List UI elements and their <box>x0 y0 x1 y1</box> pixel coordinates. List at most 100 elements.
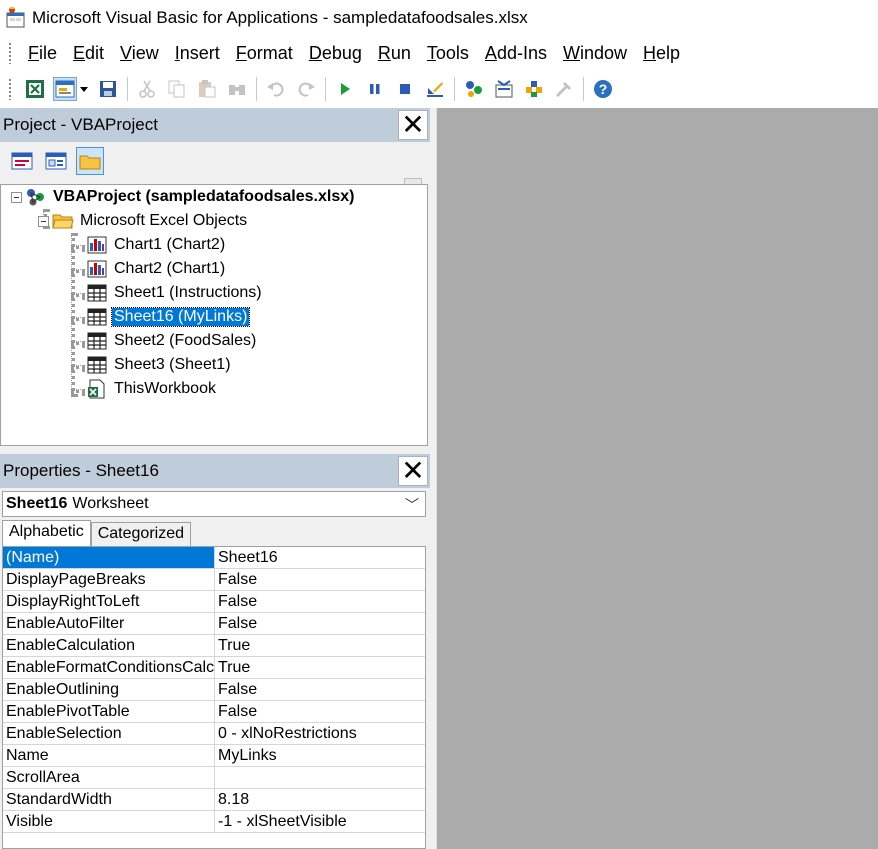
view-code-icon[interactable] <box>8 147 36 175</box>
break-icon[interactable] <box>363 77 387 101</box>
property-value[interactable]: -1 - xlSheetVisible <box>215 811 425 832</box>
toolbar-grip[interactable] <box>8 78 12 100</box>
menu-debug[interactable]: Debug <box>301 38 370 68</box>
menu-accelerator: H <box>643 43 656 63</box>
tree-node-thisworkbook[interactable]: ThisWorkbook <box>86 378 218 400</box>
property-value[interactable]: 0 - xlNoRestrictions <box>215 723 425 744</box>
property-name[interactable]: ScrollArea <box>3 767 215 788</box>
property-name[interactable]: DisplayRightToLeft <box>3 591 215 612</box>
property-value[interactable]: True <box>215 635 425 656</box>
tree-node-vbaproject[interactable]: VBAProject (sampledatafoodsales.xlsx) <box>11 186 356 208</box>
property-value[interactable] <box>215 767 425 788</box>
property-name[interactable]: StandardWidth <box>3 789 215 810</box>
property-name[interactable]: (Name) <box>3 547 215 568</box>
property-name[interactable]: EnableCalculation <box>3 635 215 656</box>
code-window-area[interactable] <box>436 108 878 849</box>
project-explorer-icon[interactable] <box>462 77 486 101</box>
property-value[interactable]: MyLinks <box>215 745 425 766</box>
properties-window-icon[interactable] <box>492 77 516 101</box>
property-value[interactable]: False <box>215 679 425 700</box>
undo-icon[interactable] <box>264 77 288 101</box>
reset-icon[interactable] <box>393 77 417 101</box>
view-object-icon[interactable] <box>42 147 70 175</box>
tree-node-sheet16[interactable]: Sheet16 (MyLinks) <box>86 306 251 328</box>
property-row[interactable]: DisplayRightToLeft False <box>3 591 425 613</box>
property-row[interactable]: EnableCalculation True <box>3 635 425 657</box>
menu-accelerator: F <box>28 43 39 63</box>
paste-icon[interactable] <box>195 77 219 101</box>
property-name[interactable]: EnableSelection <box>3 723 215 744</box>
property-value[interactable]: 8.18 <box>215 789 425 810</box>
property-row[interactable]: EnableOutlining False <box>3 679 425 701</box>
view-excel-icon[interactable] <box>23 77 47 101</box>
menu-label: nsert <box>179 43 220 63</box>
menu-edit[interactable]: Edit <box>65 38 112 68</box>
menu-file[interactable]: File <box>20 38 65 68</box>
menu-insert[interactable]: Insert <box>167 38 228 68</box>
property-name[interactable]: EnablePivotTable <box>3 701 215 722</box>
property-row[interactable]: EnableSelection 0 - xlNoRestrictions <box>3 723 425 745</box>
collapse-icon[interactable] <box>38 215 49 227</box>
menu-label: un <box>390 43 411 63</box>
tree-node-sheet1[interactable]: Sheet1 (Instructions) <box>86 282 264 304</box>
find-icon[interactable] <box>225 77 249 101</box>
object-browser-icon[interactable] <box>522 77 546 101</box>
property-row[interactable]: EnableAutoFilter False <box>3 613 425 635</box>
property-value[interactable]: Sheet16 <box>215 547 425 568</box>
menu-help[interactable]: Help <box>635 38 688 68</box>
help-icon[interactable]: ? <box>591 77 615 101</box>
run-icon[interactable] <box>333 77 357 101</box>
tree-label: VBAProject (sampledatafoodsales.xlsx) <box>53 188 355 205</box>
property-value[interactable]: False <box>215 613 425 634</box>
menu-format[interactable]: Format <box>228 38 301 68</box>
toggle-folders-icon[interactable] <box>76 147 104 175</box>
property-name[interactable]: Name <box>3 745 215 766</box>
redo-icon[interactable] <box>294 77 318 101</box>
tree-label: Chart2 (Chart1) <box>114 260 226 277</box>
tree-node-chart2[interactable]: Chart2 (Chart1) <box>86 258 227 280</box>
property-value[interactable]: False <box>215 569 425 590</box>
collapse-icon[interactable] <box>11 191 22 203</box>
copy-icon[interactable] <box>165 77 189 101</box>
design-mode-icon[interactable] <box>423 77 447 101</box>
property-name[interactable]: EnableOutlining <box>3 679 215 700</box>
tree-node-excel-objects[interactable]: Microsoft Excel Objects <box>38 210 249 232</box>
property-row[interactable]: (Name) Sheet16 <box>3 547 425 569</box>
property-name[interactable]: DisplayPageBreaks <box>3 569 215 590</box>
property-row[interactable]: EnableFormatConditionsCalculationTrue <box>3 657 425 679</box>
menu-window[interactable]: Window <box>555 38 635 68</box>
property-name[interactable]: EnableFormatConditionsCalculation <box>3 657 215 678</box>
toolbox-icon[interactable] <box>552 77 576 101</box>
menu-run[interactable]: Run <box>370 38 419 68</box>
menu-add-ins[interactable]: Add-Ins <box>477 38 555 68</box>
object-selector-combo[interactable]: Sheet16 Worksheet ﹀ <box>2 491 426 517</box>
cut-icon[interactable] <box>135 77 159 101</box>
tree-node-chart1[interactable]: Chart1 (Chart2) <box>86 234 227 256</box>
property-name[interactable]: EnableAutoFilter <box>3 613 215 634</box>
menubar-grip[interactable] <box>8 42 12 64</box>
menu-accelerator: R <box>377 43 391 63</box>
tab-categorized[interactable]: Categorized <box>90 522 191 546</box>
dropdown-arrow-icon[interactable] <box>78 77 90 101</box>
property-row[interactable]: StandardWidth 8.18 <box>3 789 425 811</box>
property-row[interactable]: Visible -1 - xlSheetVisible <box>3 811 425 833</box>
standard-toolbar: ? <box>0 70 878 108</box>
insert-userform-icon[interactable] <box>53 77 77 101</box>
property-value[interactable]: False <box>215 701 425 722</box>
tree-node-sheet2[interactable]: Sheet2 (FoodSales) <box>86 330 258 352</box>
property-row[interactable]: ScrollArea <box>3 767 425 789</box>
property-value[interactable]: True <box>215 657 425 678</box>
menu-view[interactable]: View <box>112 38 167 68</box>
property-name[interactable]: Visible <box>3 811 215 832</box>
save-icon[interactable] <box>96 77 120 101</box>
property-row[interactable]: EnablePivotTable False <box>3 701 425 723</box>
property-row[interactable]: Name MyLinks <box>3 745 425 767</box>
menu-tools[interactable]: Tools <box>419 38 477 68</box>
chevron-down-icon[interactable]: ﹀ <box>405 495 419 515</box>
tree-node-sheet3[interactable]: Sheet3 (Sheet1) <box>86 354 233 376</box>
property-row[interactable]: DisplayPageBreaks False <box>3 569 425 591</box>
close-properties-pane-button[interactable]: ✕ <box>398 456 428 486</box>
close-project-pane-button[interactable]: ✕ <box>398 110 428 140</box>
property-value[interactable]: False <box>215 591 425 612</box>
tab-alphabetic[interactable]: Alphabetic <box>2 520 91 546</box>
